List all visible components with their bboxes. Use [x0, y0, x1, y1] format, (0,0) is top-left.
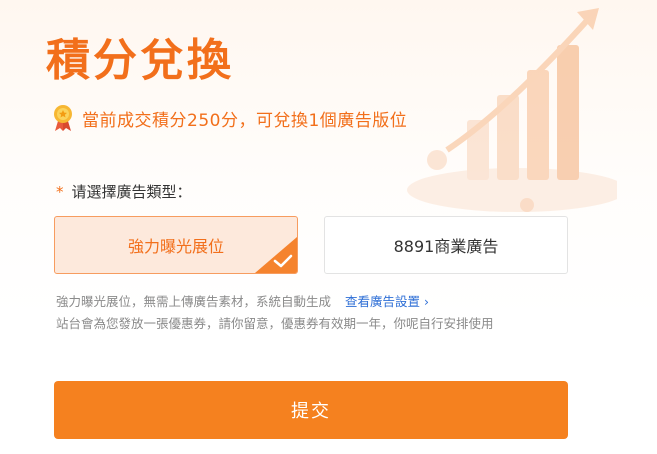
check-icon — [273, 254, 293, 268]
chevron-right-icon: › — [424, 294, 430, 309]
dialog-title: 積分兌換 — [46, 35, 234, 86]
growth-chart-illustration — [407, 8, 617, 212]
option-label: 強力曝光展位 — [127, 237, 224, 256]
exchange-dialog: 積分兌換 當前成交積分250分，可兌換1個廣告版位 * 请選擇廣告類型： 強力曝光… — [0, 0, 657, 454]
coupon-note: 站台會為您發放一張優惠券，請你留意，優惠券有效期一年，你呢自行安排使用 — [56, 316, 494, 331]
ad-type-label-text: 请選擇廣告類型： — [71, 183, 192, 201]
points-info-text: 當前成交積分250分，可兌換1個廣告版位 — [82, 110, 408, 131]
points-info: 當前成交積分250分，可兌換1個廣告版位 — [52, 104, 407, 132]
option-8891-commercial-ad[interactable]: 8891商業廣告 — [324, 216, 568, 274]
option-description: 強力曝光展位，無需上傳廣告素材，系統自動生成 查看廣告設置 › — [56, 291, 429, 310]
note-line1: 強力曝光展位，無需上傳廣告素材，系統自動生成 — [56, 294, 332, 309]
view-ad-settings-link[interactable]: 查看廣告設置 › — [345, 294, 429, 309]
option-label: 8891商業廣告 — [393, 237, 499, 256]
medal-icon — [54, 105, 72, 131]
submit-button[interactable]: 提交 — [54, 381, 568, 439]
link-text: 查看廣告設置 — [345, 294, 421, 309]
required-mark: * — [56, 183, 64, 201]
ad-type-label: * 请選擇廣告類型： — [56, 181, 192, 202]
option-strong-exposure[interactable]: 強力曝光展位 — [54, 216, 298, 274]
